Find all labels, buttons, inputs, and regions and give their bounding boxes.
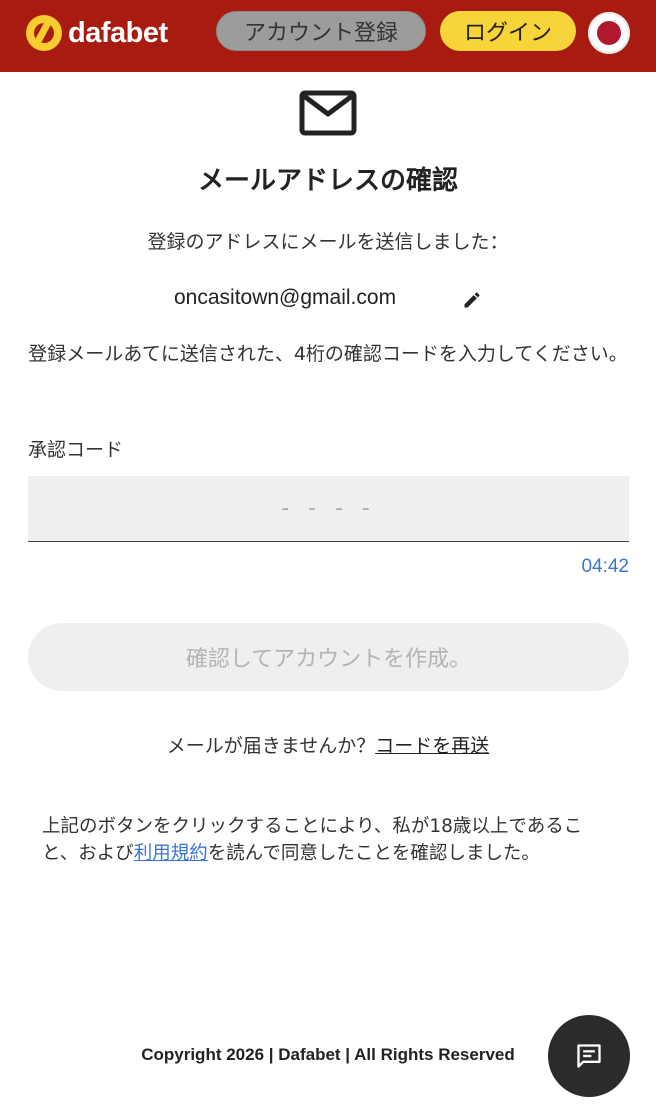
dafabet-logo[interactable]: dafabet <box>26 13 168 53</box>
resend-prompt: メールが届きませんか？ <box>166 735 376 757</box>
login-button[interactable]: ログイン <box>440 11 576 51</box>
code-label: 承認コード <box>28 439 124 461</box>
mail-icon <box>299 90 357 136</box>
verification-code-input[interactable] <box>28 476 629 542</box>
resend-code-link[interactable]: コードを再送 <box>375 735 489 757</box>
terms-link[interactable]: 利用規約 <box>134 843 208 864</box>
consent-text: 上記のボタンをクリックすることにより、私が18歳以上であること、および利用規約を… <box>42 813 614 867</box>
page-title: メールアドレスの確認 <box>197 166 458 196</box>
countdown-timer: 04:42 <box>581 556 629 577</box>
register-button[interactable]: アカウント登録 <box>216 11 426 51</box>
confirm-create-account-button[interactable]: 確認してアカウントを作成。 <box>28 623 629 691</box>
instructions-text: 登録メールあてに送信された、4桁の確認コードを入力してください。 <box>28 343 628 365</box>
japan-flag-icon <box>597 21 621 45</box>
pencil-icon[interactable] <box>462 290 482 310</box>
top-header: dafabet アカウント登録 ログイン <box>0 0 656 72</box>
consent-after: を読んで同意したことを確認しました。 <box>207 843 540 864</box>
chat-icon <box>577 1044 601 1068</box>
resend-row: メールが届きませんか？コードを再送 <box>0 731 656 758</box>
email-address: oncasitown@gmail.com <box>174 286 397 309</box>
copyright-label: Copyright 2026 | Dafabet | All Rights Re… <box>141 1045 515 1064</box>
sent-message: 登録のアドレスにメールを送信しました： <box>147 231 509 253</box>
logo-text: dafabet <box>68 16 168 49</box>
logo-mark-icon <box>26 15 62 51</box>
email-row: oncasitown@gmail.com <box>0 286 656 316</box>
chat-button[interactable] <box>548 1015 630 1097</box>
language-selector[interactable] <box>588 12 630 54</box>
